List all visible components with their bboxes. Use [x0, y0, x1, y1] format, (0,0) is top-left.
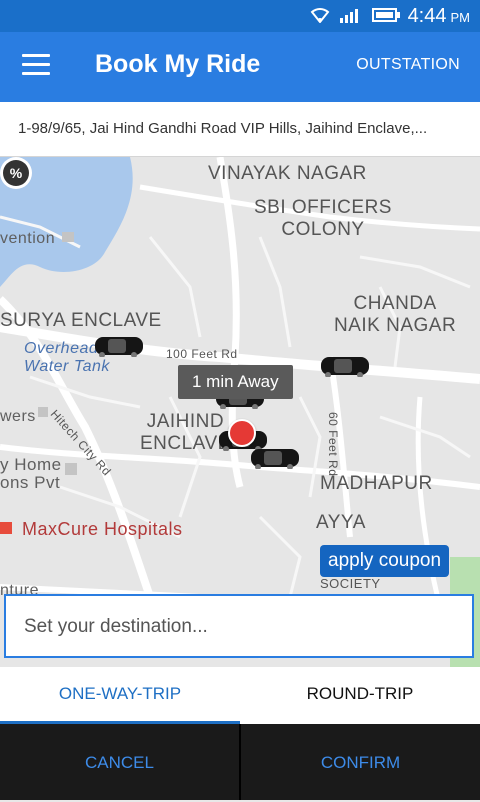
map-label-ayya: AYYA [316, 512, 366, 533]
app-bar: Book My Ride OUTSTATION [0, 32, 480, 102]
trip-type-tabs: ONE-WAY-TRIP ROUND-TRIP [0, 667, 480, 724]
eta-tooltip: 1 min Away [178, 365, 293, 399]
wifi-icon [310, 8, 330, 23]
status-icons [310, 7, 400, 23]
app-title: Book My Ride [95, 50, 261, 78]
car-icon [251, 449, 299, 469]
destination-field[interactable] [4, 594, 474, 658]
hamburger-menu-icon[interactable] [22, 54, 50, 80]
signal-icon [340, 9, 358, 23]
apply-coupon-button[interactable]: apply coupon [320, 545, 450, 577]
map-roads [0, 157, 480, 667]
cancel-button[interactable]: CANCEL [0, 724, 239, 800]
tab-round-trip[interactable]: ROUND-TRIP [240, 667, 480, 724]
discount-badge-icon[interactable]: % [0, 157, 32, 189]
action-bar: CANCEL CONFIRM [0, 724, 480, 800]
map-label-sbi-officers-colony: SBI OFFICERS COLONY [254, 197, 392, 240]
pickup-address-text: 1-98/9/65, Jai Hind Gandhi Road VIP Hill… [18, 120, 428, 137]
map-label-60-feet-road: 60 Feet Rd [326, 412, 340, 477]
map-label-100-feet-road: 100 Feet Rd [166, 347, 238, 361]
status-bar: 4:44 PM [0, 0, 480, 32]
svg-text:%: % [10, 165, 23, 181]
car-icon [321, 357, 369, 377]
map-label-surya-enclave: SURYA ENCLAVE [0, 310, 162, 331]
map-label-convention: vention [0, 230, 56, 247]
map-label-wers: wers [0, 408, 36, 425]
map-view[interactable]: VINAYAK NAGAR SBI OFFICERS COLONY CHANDA… [0, 157, 480, 667]
confirm-button[interactable]: CONFIRM [241, 724, 480, 800]
pickup-address-bar[interactable]: 1-98/9/65, Jai Hind Gandhi Road VIP Hill… [0, 102, 480, 157]
map-label-ons-pvt: ons Pvt [0, 473, 61, 492]
car-icon [95, 337, 143, 357]
pickup-location-pin-icon[interactable] [228, 419, 256, 447]
map-label-maxcure-hospitals: MaxCure Hospitals [22, 519, 183, 539]
map-label-madhapur: MADHAPUR [320, 473, 433, 494]
map-label-y-home: y Home [0, 455, 62, 474]
map-label-chanda-naik-nagar: CHANDA NAIK NAGAR [334, 293, 457, 336]
map-label-vinayak-nagar: VINAYAK NAGAR [208, 163, 367, 184]
destination-input[interactable] [22, 610, 456, 644]
tab-one-way-trip[interactable]: ONE-WAY-TRIP [0, 667, 240, 724]
outstation-button[interactable]: OUTSTATION [356, 56, 460, 74]
battery-icon [372, 8, 400, 22]
status-time: 4:44 PM [407, 5, 470, 27]
